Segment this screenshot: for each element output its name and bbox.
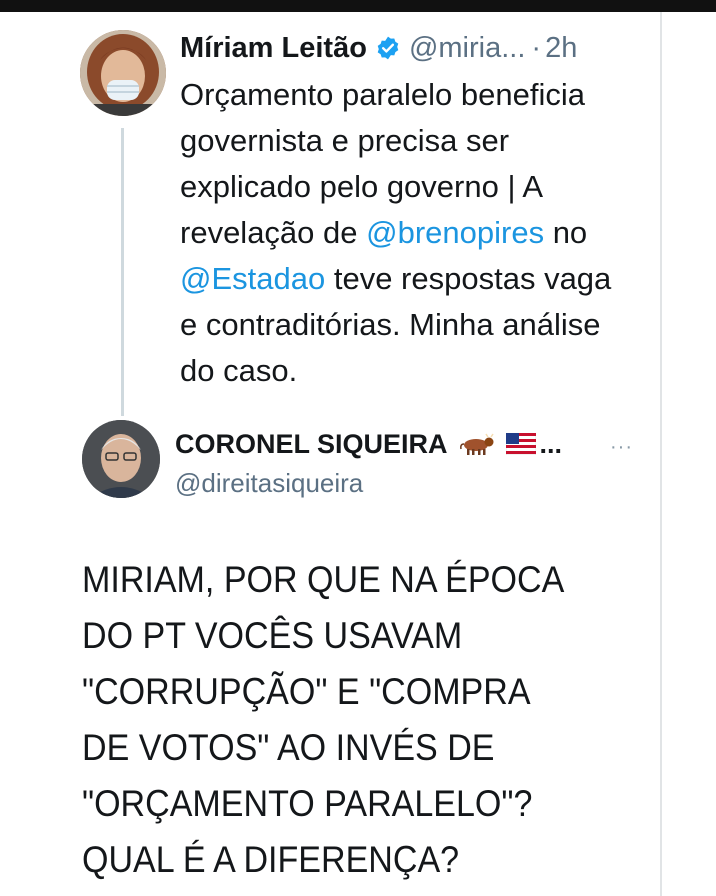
tweet2-line: QUAL É A DIFERENÇA? [82,839,460,880]
more-options-icon[interactable]: ··· [610,436,633,459]
separator-dot: · [531,31,542,64]
verified-badge-icon [375,35,401,61]
text-segment: e contraditórias. Minha análise [180,307,601,342]
tweet2-header: CORONEL SIQUEIRA ... [175,424,562,464]
tweet1-line: explicado pelo governo | A [180,164,660,210]
mention-link-estadao[interactable]: @Estadao [180,261,325,296]
tweet-timestamp[interactable]: 2h [545,32,577,65]
text-segment: revelação de [180,215,367,250]
text-segment: explicado pelo governo | A [180,169,544,204]
tweet1-header: Míriam Leitão @miria... · 2h [180,28,577,68]
column-divider [660,12,662,896]
thread-connector-line [121,128,124,416]
tweet1-line: governista e precisa ser [180,118,660,164]
author-name[interactable]: CORONEL SIQUEIRA [175,429,448,460]
tweet2-line: "CORRUPÇÃO" E "COMPRA [82,671,531,712]
tweet2-line: "ORÇAMENTO PARALELO"? [82,783,533,824]
tweet2-line: MIRIAM, POR QUE NA ÉPOCA [82,559,565,600]
avatar-coronel-siqueira[interactable] [82,420,160,498]
text-segment: no [544,215,588,250]
tweet1-line: @Estadao teve respostas vaga [180,256,660,302]
tweet1-line: e contraditórias. Minha análise [180,302,660,348]
text-segment: governista e precisa ser [180,123,510,158]
bull-emoji-icon [458,432,496,456]
tweet1-line: revelação de @brenopires no [180,210,660,256]
tweet2-text: MIRIAM, POR QUE NA ÉPOCA DO PT VOCÊS USA… [82,552,616,888]
avatar-miriam[interactable] [80,30,166,116]
name-ellipsis: ... [539,428,563,459]
mention-link-brenopires[interactable]: @brenopires [366,215,544,250]
tweet1-line: do caso. [180,348,660,394]
text-segment: Orçamento paralelo beneficia [180,77,585,112]
author-name[interactable]: Míriam Leitão [180,32,367,65]
author-handle[interactable]: @direitasiqueira [175,468,363,499]
tweet2-line: DE VOTOS" AO INVÉS DE [82,727,495,768]
author-handle[interactable]: @miria... [409,32,525,65]
tweet2-line: DO PT VOCÊS USAVAM [82,615,463,656]
tweet1-line: Orçamento paralelo beneficia [180,72,660,118]
text-segment: teve respostas vaga [325,261,612,296]
flag-emoji-icon [505,433,536,455]
text-segment: do caso. [180,353,298,388]
tweet1-text: Orçamento paralelo beneficia governista … [180,72,660,394]
top-bar [0,0,716,12]
